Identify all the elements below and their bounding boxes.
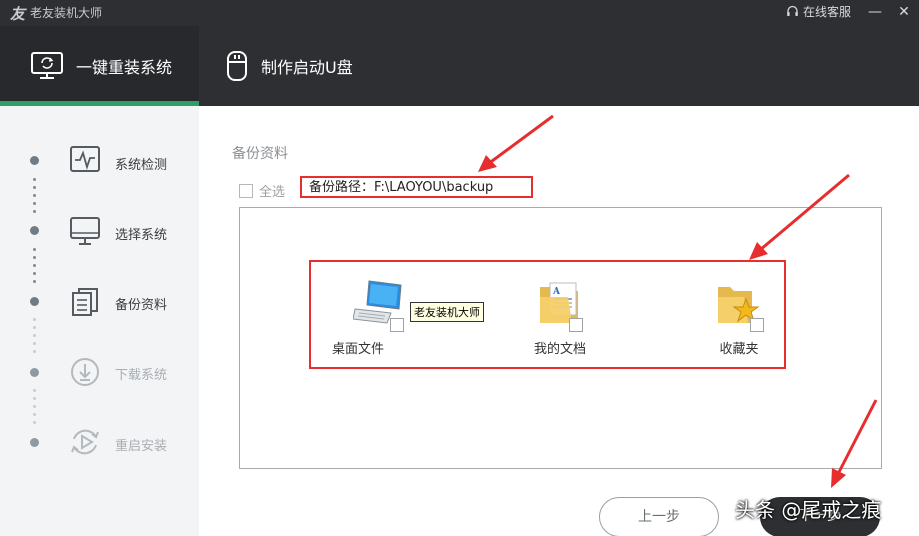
- step-connector-dot: [33, 178, 36, 181]
- step-connector-dot: [33, 194, 36, 197]
- select-all-checkbox[interactable]: 全选: [239, 181, 285, 200]
- svg-text:A: A: [552, 287, 561, 297]
- step-connector-dot: [33, 326, 36, 329]
- step-connector-dot: [33, 342, 36, 345]
- top-navigation: 一键重装系统 制作启动U盘: [0, 26, 919, 106]
- step-connector-dot: [33, 248, 36, 251]
- section-title: 备份资料: [232, 146, 288, 162]
- backup-path[interactable]: 备份路径：F:\LAOYOU\backup: [300, 176, 533, 198]
- step-connector-dot: [33, 186, 36, 189]
- tab-label: 一键重装系统: [76, 58, 173, 77]
- step-label-restart-install: 重启安装: [115, 439, 168, 454]
- desktop-checkbox[interactable]: [390, 318, 404, 332]
- step-connector-dot: [33, 421, 36, 424]
- favorites-checkbox[interactable]: [750, 318, 764, 332]
- monitor-heartbeat-icon: [70, 146, 100, 172]
- tab-label: 制作启动U盘: [261, 58, 353, 77]
- monitor-refresh-icon: [31, 52, 63, 79]
- title-bar: 友 老友装机大师 在线客服 — ✕: [0, 0, 919, 26]
- backup-item-favorites[interactable]: 收藏夹: [684, 275, 794, 365]
- step-label-select-system: 选择系统: [115, 228, 168, 243]
- tab-one-click-reinstall[interactable]: 一键重装系统: [0, 26, 199, 106]
- arrow-to-backup-path: [478, 114, 554, 172]
- documents-label: 我的文档: [533, 342, 586, 357]
- backup-path-value: F:\LAOYOU\backup: [374, 180, 494, 195]
- app-logo-icon: 友: [10, 5, 26, 23]
- step-connector-dot: [33, 280, 36, 283]
- tooltip: 老友装机大师: [410, 302, 484, 322]
- select-all-box[interactable]: [239, 183, 253, 198]
- step-dot: [30, 156, 39, 165]
- desktop-label: 桌面文件: [331, 342, 384, 357]
- step-connector-dot: [33, 202, 36, 205]
- step-dot: [30, 226, 39, 235]
- step-label-download-system: 下载系统: [115, 368, 168, 383]
- close-button[interactable]: ✕: [893, 2, 915, 22]
- favorites-label: 收藏夹: [719, 342, 759, 357]
- documents-checkbox[interactable]: [569, 318, 583, 332]
- step-connector-dot: [33, 397, 36, 400]
- step-connector-dot: [33, 210, 36, 213]
- app-title: 老友装机大师: [30, 6, 103, 20]
- step-connector-dot: [33, 413, 36, 416]
- minimize-button[interactable]: —: [864, 2, 886, 22]
- online-service-label: 在线客服: [803, 5, 852, 19]
- step-connector-dot: [33, 272, 36, 275]
- step-connector-dot: [33, 318, 36, 321]
- download-icon: [71, 358, 99, 386]
- documents-icon: [72, 288, 98, 316]
- step-connector-dot: [33, 350, 36, 353]
- step-label-system-check: 系统检测: [115, 158, 168, 173]
- step-connector-dot: [33, 264, 36, 267]
- restart-icon: [71, 429, 99, 455]
- step-connector-dot: [33, 256, 36, 259]
- previous-step-button[interactable]: 上一步: [599, 497, 719, 536]
- step-connector-dot: [33, 389, 36, 392]
- monitor-icon: [70, 217, 100, 245]
- online-service-button[interactable]: 在线客服: [786, 3, 851, 20]
- backup-item-documents[interactable]: A 我的文档: [505, 275, 615, 365]
- tab-make-usb[interactable]: 制作启动U盘: [225, 26, 405, 106]
- usb-drive-icon: [227, 51, 247, 81]
- step-dot: [30, 297, 39, 306]
- step-connector-dot: [33, 334, 36, 337]
- backup-path-label: 备份路径：: [309, 180, 375, 195]
- step-connector-dot: [33, 405, 36, 408]
- step-dot: [30, 438, 39, 447]
- watermark: 头条 @尾戒之痕: [735, 498, 882, 522]
- step-label-backup-data: 备份资料: [115, 298, 168, 313]
- select-all-label: 全选: [259, 185, 286, 200]
- step-dot: [30, 368, 39, 377]
- headset-icon: [787, 5, 798, 16]
